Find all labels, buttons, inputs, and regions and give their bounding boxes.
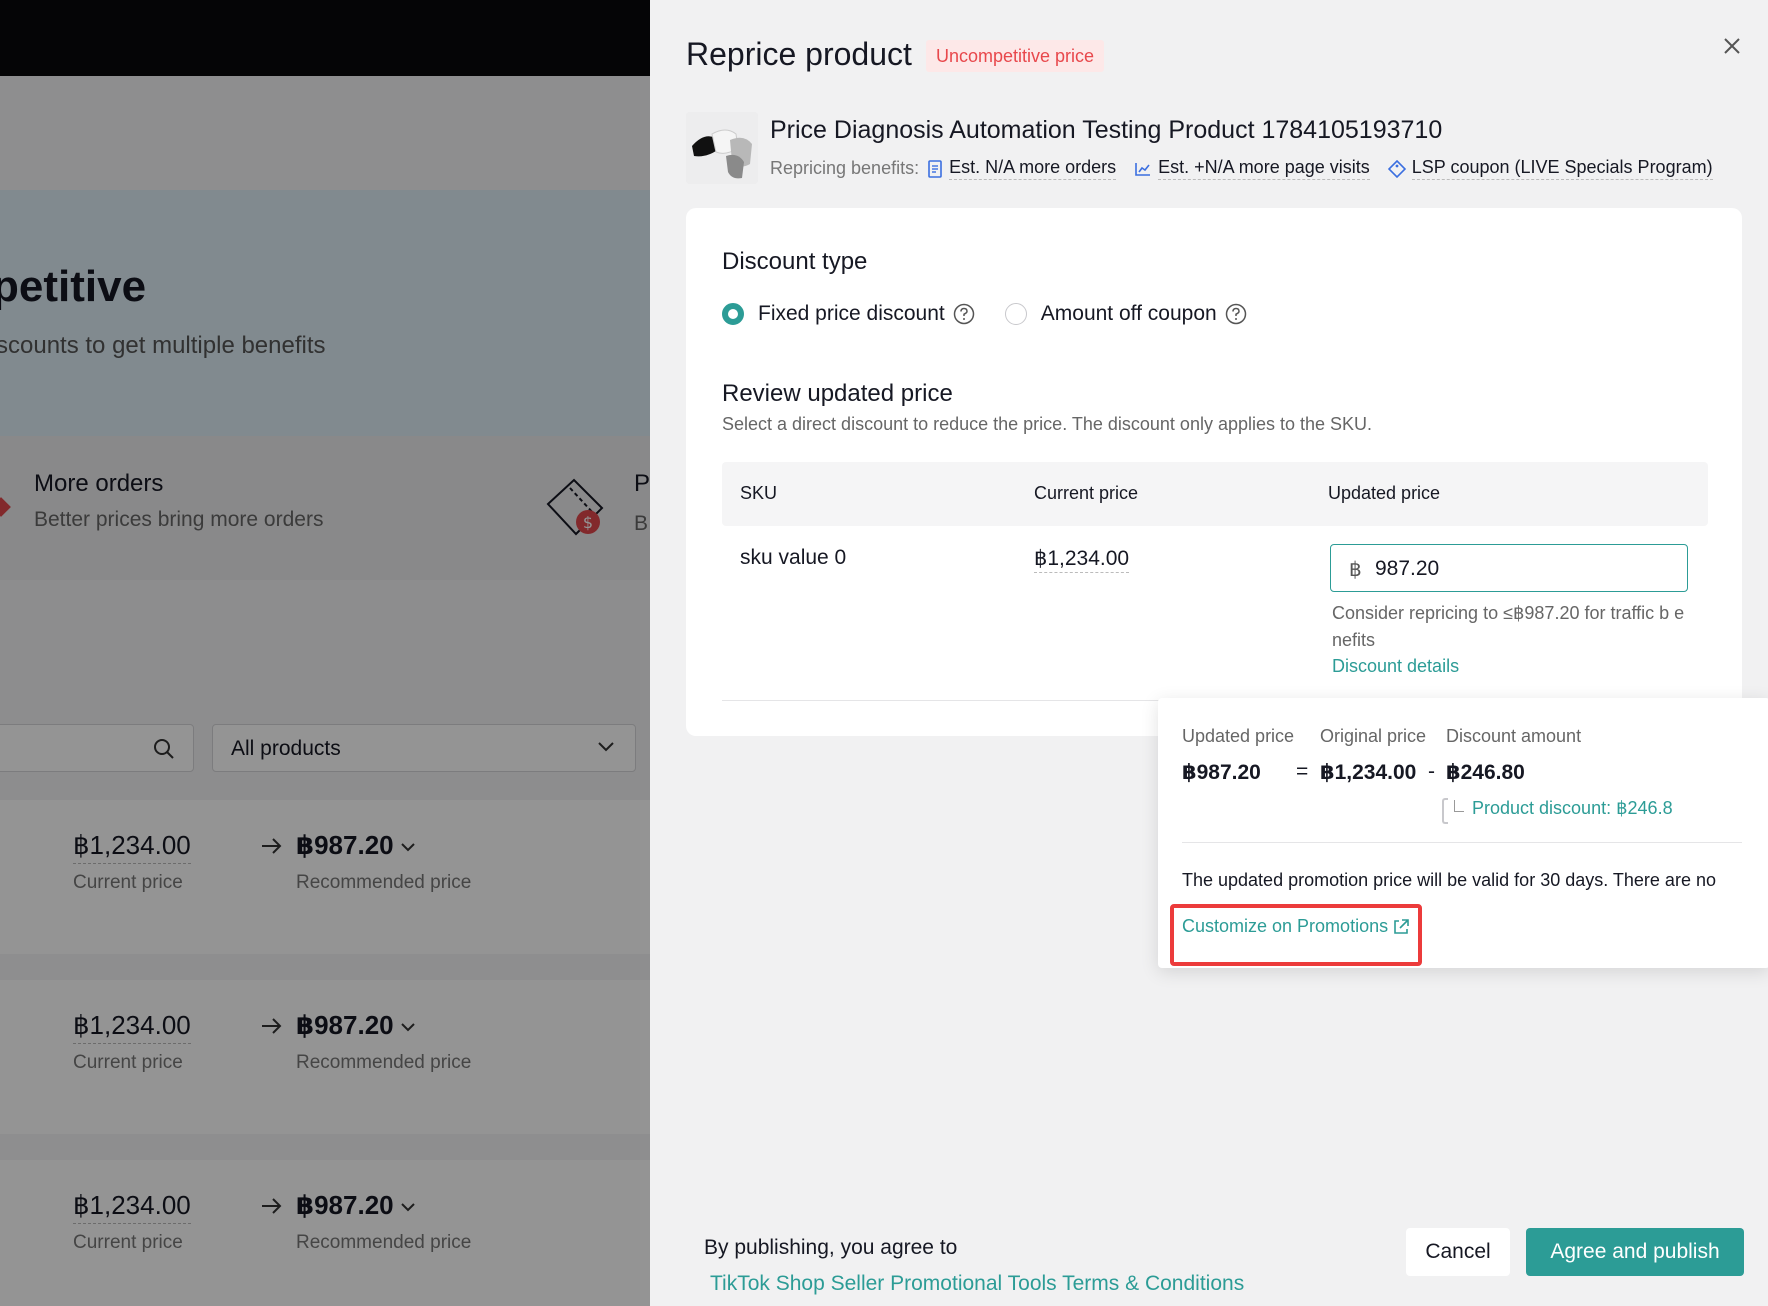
review-price-subtitle: Select a direct discount to reduce the p… <box>722 414 1373 434</box>
sku-current-price: ฿1,234.00 <box>1034 546 1130 573</box>
highlight-annotation <box>1170 904 1422 966</box>
repricing-hint: Consider repricing to ≤฿987.20 for traff… <box>1332 603 1685 650</box>
discount-type-title: Discount type <box>722 248 868 275</box>
discount-details-link[interactable]: Discount details <box>1332 656 1459 677</box>
equals-sign: = <box>1296 760 1309 783</box>
popover-discount-amount: ฿246.80 <box>1446 761 1525 784</box>
currency-symbol: ฿ <box>1349 559 1362 581</box>
sku-value: sku value 0 <box>740 546 847 569</box>
cancel-button[interactable]: Cancel <box>1406 1228 1510 1276</box>
popover-updated-price: ฿987.20 <box>1182 761 1261 784</box>
status-badge: Uncompetitive price <box>926 40 1105 72</box>
tag-icon <box>1387 159 1406 178</box>
help-icon[interactable] <box>1225 303 1247 325</box>
label-discount-amount: Discount amount <box>1446 726 1582 746</box>
column-updated-price: Updated price <box>1328 483 1441 503</box>
trend-chart-icon <box>1135 162 1151 176</box>
label-original-price: Original price <box>1320 726 1427 746</box>
product-discount-link[interactable]: Product discount: ฿246.8 <box>1472 798 1673 819</box>
agree-and-publish-button[interactable]: Agree and publish <box>1526 1228 1744 1276</box>
reprice-card-content: Discount type Fixed price discount Amoun… <box>686 208 1742 736</box>
reprice-drawer: Reprice product Uncompetitive price Pric… <box>650 0 1768 1306</box>
discount-details-popover: Updated price Original price Discount am… <box>1158 698 1768 968</box>
label-updated-price: Updated price <box>1182 726 1295 746</box>
benefit-page-visits[interactable]: Est. +N/A more page visits <box>1134 157 1370 180</box>
document-icon <box>928 159 942 178</box>
tree-branch-icon <box>1454 800 1464 812</box>
column-current-price: Current price <box>1034 483 1139 503</box>
radio-fixed-price-discount[interactable] <box>722 303 744 325</box>
minus-sign: - <box>1428 760 1435 783</box>
popover-original-price: ฿1,234.00 <box>1320 761 1417 784</box>
help-icon[interactable] <box>953 303 975 325</box>
benefit-lsp-coupon[interactable]: LSP coupon (LIVE Specials Program) <box>1387 157 1713 180</box>
discount-type-options: Fixed price discount Amount off coupon <box>722 302 1247 326</box>
sku-table-header: SKU Current price Updated price <box>722 462 1708 526</box>
product-image <box>686 112 758 184</box>
amount-off-coupon-label[interactable]: Amount off coupon <box>1041 302 1217 326</box>
agree-text: By publishing, you agree to <box>704 1236 958 1259</box>
radio-amount-off-coupon[interactable] <box>1004 303 1027 325</box>
terms-link[interactable]: TikTok Shop Seller Promotional Tools Ter… <box>710 1272 1244 1296</box>
bracket-icon <box>1442 798 1448 824</box>
review-price-title: Review updated price <box>722 380 953 407</box>
modal-overlay[interactable] <box>0 0 650 1306</box>
drawer-title: Reprice product <box>686 36 912 72</box>
benefits-label: Repricing benefits: <box>770 158 920 178</box>
updated-price-input[interactable]: ฿ 987.20 <box>1330 544 1688 592</box>
updated-price-value: 987.20 <box>1375 557 1440 580</box>
popover-divider <box>1182 842 1742 843</box>
promotion-validity-note: The updated promotion price will be vali… <box>1182 870 1716 900</box>
benefit-orders[interactable]: Est. N/A more orders <box>927 157 1117 180</box>
fixed-price-discount-label[interactable]: Fixed price discount <box>758 302 945 326</box>
product-title: Price Diagnosis Automation Testing Produ… <box>770 116 1443 144</box>
close-icon[interactable] <box>1716 30 1748 62</box>
repricing-benefits: Repricing benefits: Est. N/A more orders… <box>770 157 1731 180</box>
column-sku: SKU <box>740 483 778 503</box>
